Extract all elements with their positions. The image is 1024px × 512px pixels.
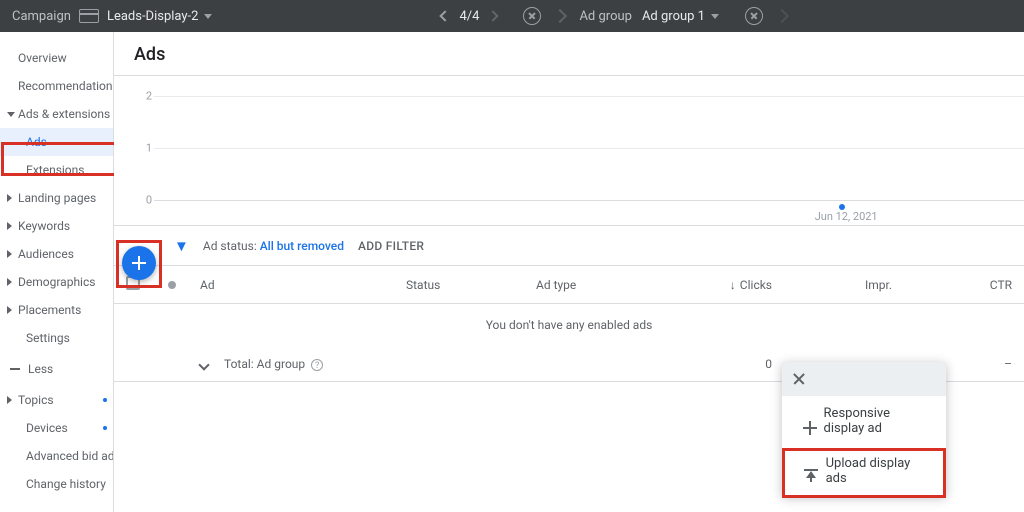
sidebar-item-change-history[interactable]: Change history (0, 470, 113, 498)
sidebar: Overview Recommendations Ads & extension… (0, 32, 114, 512)
sidebar-item-audiences[interactable]: Audiences (0, 240, 113, 268)
sidebar-item-keywords[interactable]: Keywords (0, 212, 113, 240)
campaign-selector[interactable]: Leads-Display-2 (107, 9, 213, 24)
col-status[interactable]: Status (394, 266, 524, 304)
chevron-down-icon (711, 14, 719, 19)
pager-text: 4/4 (459, 9, 479, 24)
col-adtype[interactable]: Ad type (524, 266, 674, 304)
col-ctr[interactable]: CTR (904, 266, 1024, 304)
expand-total-icon[interactable] (198, 359, 209, 370)
sidebar-item-demographics[interactable]: Demographics (0, 268, 113, 296)
add-filter-button[interactable]: ADD FILTER (358, 239, 424, 253)
add-ad-button[interactable] (122, 246, 156, 280)
add-ad-menu: Responsive display ad Upload display ads (782, 362, 946, 496)
menu-item-responsive-display-ad[interactable]: Responsive display ad (782, 396, 946, 446)
y-tick: 2 (146, 89, 152, 102)
campaign-name: Leads-Display-2 (107, 9, 199, 24)
close-icon[interactable] (792, 372, 806, 386)
filter-bar: ▼ Ad status: All but removed ADD FILTER (114, 226, 1024, 266)
adgroup-selector[interactable]: Ad group 1 (642, 9, 719, 24)
minus-icon (10, 368, 20, 370)
indicator-dot-icon (103, 426, 107, 430)
adgroup-name: Ad group 1 (642, 9, 705, 24)
sidebar-item-advanced-bid[interactable]: Advanced bid adj. (0, 442, 113, 470)
page-header: Ads (114, 32, 1024, 76)
campaign-label: Campaign (12, 9, 71, 24)
col-impr[interactable]: Impr. (784, 266, 904, 304)
popup-header (782, 362, 946, 396)
help-icon[interactable]: ? (311, 359, 323, 371)
sidebar-item-ads[interactable]: Ads (0, 128, 113, 156)
indicator-dot-icon (103, 398, 107, 402)
total-label: Total: Ad group (224, 357, 305, 371)
close-campaign-icon[interactable] (523, 7, 541, 25)
page-title: Ads (134, 44, 1004, 65)
adgroup-label: Ad group (579, 9, 632, 24)
close-adgroup-icon[interactable] (745, 7, 763, 25)
sidebar-item-topics[interactable]: Topics (0, 386, 113, 414)
y-tick: 0 (146, 194, 152, 207)
x-tick: Jun 12, 2021 (815, 210, 878, 223)
top-bar: Campaign Leads-Display-2 4/4 Ad group Ad… (0, 0, 1024, 32)
sidebar-item-extensions[interactable]: Extensions (0, 156, 113, 184)
col-ad[interactable]: Ad (188, 266, 394, 304)
sidebar-item-settings[interactable]: Settings (0, 324, 113, 352)
sidebar-item-devices[interactable]: Devices (0, 414, 113, 442)
sidebar-item-ads-extensions[interactable]: Ads & extensions (0, 100, 113, 128)
filter-icon[interactable]: ▼ (174, 237, 189, 255)
empty-state-message: You don't have any enabled ads (114, 304, 1024, 347)
campaign-type-icon (79, 9, 99, 23)
filter-label: Ad status: (203, 239, 257, 253)
filter-value: All but removed (260, 239, 344, 253)
col-clicks[interactable]: ↓Clicks (674, 266, 784, 304)
menu-item-label: Upload display ads (826, 456, 932, 486)
next-icon[interactable] (488, 10, 499, 21)
y-tick: 1 (146, 142, 152, 155)
sidebar-item-placements[interactable]: Placements (0, 296, 113, 324)
breadcrumb-nav: 4/4 Ad group Ad group 1 (441, 7, 791, 25)
filter-chip[interactable]: Ad status: All but removed (203, 239, 344, 253)
menu-item-label: Responsive display ad (824, 406, 932, 436)
total-clicks: 0 (674, 347, 784, 382)
chevron-down-icon (204, 14, 212, 19)
breadcrumb-chevron-icon (775, 9, 789, 23)
main-content: Ads 2 1 0 Jun 12, 2021 ▼ Ad status: All … (114, 32, 1024, 512)
menu-item-upload-display-ads[interactable]: Upload display ads (782, 446, 946, 496)
breadcrumb-chevron-icon (553, 9, 567, 23)
sidebar-item-recommendations[interactable]: Recommendations (0, 72, 113, 100)
sidebar-item-landing-pages[interactable]: Landing pages (0, 184, 113, 212)
sort-desc-icon: ↓ (730, 278, 736, 292)
status-column-icon (168, 281, 176, 289)
sidebar-less-toggle[interactable]: Less (0, 352, 113, 386)
performance-chart[interactable]: 2 1 0 Jun 12, 2021 (114, 76, 1024, 226)
prev-icon[interactable] (440, 10, 451, 21)
sidebar-item-overview[interactable]: Overview (0, 44, 113, 72)
